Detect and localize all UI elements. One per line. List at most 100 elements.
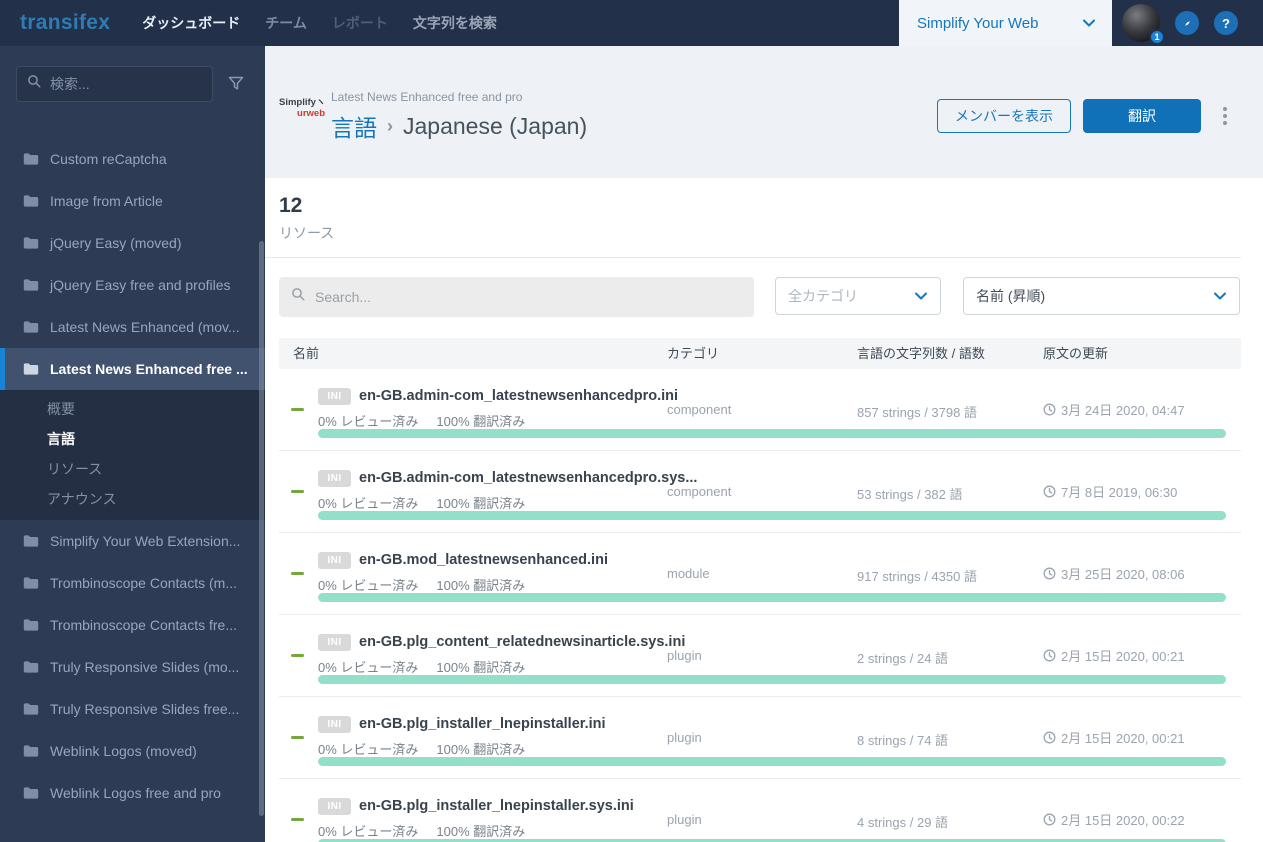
sidebar-search-input[interactable] (50, 76, 202, 92)
sidebar-project-custom-recaptcha[interactable]: Custom reCaptcha (0, 138, 265, 180)
minus-dash-icon (291, 818, 304, 821)
resource-stats: 12 リソース (265, 178, 1241, 258)
sidebar-project-truly-responsive-free[interactable]: Truly Responsive Slides free... (0, 688, 265, 730)
sidebar-project-latest-news-moved[interactable]: Latest News Enhanced (mov... (0, 306, 265, 348)
translation-progress-bar (318, 429, 1226, 438)
minus-dash-icon (291, 572, 304, 575)
minus-dash-icon (291, 736, 304, 739)
breadcrumb-languages-link[interactable]: 言語 (331, 109, 377, 143)
translated-percent: 100% 翻訳済み (436, 660, 526, 675)
submenu-overview[interactable]: 概要 (0, 394, 265, 424)
sidebar-project-jquery-easy-free[interactable]: jQuery Easy free and profiles (0, 264, 265, 306)
category-cell: module (667, 566, 710, 581)
more-options-kebab-icon[interactable] (1223, 107, 1227, 125)
sidebar-project-latest-news-free-active[interactable]: Latest News Enhanced free ... (0, 348, 265, 390)
top-navbar: transifex ダッシュボード チーム レポート 文字列を検索 Simpli… (0, 0, 1263, 46)
review-percent: 0% レビュー済み (318, 824, 419, 839)
sidebar-project-truly-responsive-moved[interactable]: Truly Responsive Slides (mo... (0, 646, 265, 688)
clock-icon (1043, 567, 1056, 580)
organization-selector[interactable]: Simplify Your Web (899, 0, 1112, 46)
category-cell: plugin (667, 812, 702, 827)
sidebar-project-weblink-moved[interactable]: Weblink Logos (moved) (0, 730, 265, 772)
user-avatar[interactable]: 1 (1122, 4, 1165, 45)
table-header-row: 名前 カテゴリ 言語の文字列数 / 語数 原文の更新 (279, 338, 1241, 369)
submenu-languages[interactable]: 言語 (0, 424, 265, 454)
project-logo[interactable]: Simplifyヽ urweb (279, 97, 325, 120)
table-row[interactable]: INI en-GB.mod_latestnewsenhanced.ini 0% … (279, 533, 1241, 615)
resource-name-link[interactable]: en-GB.admin-com_latestnewsenhancedpro.in… (359, 388, 678, 404)
table-row[interactable]: INI en-GB.plg_installer_lnepinstaller.sy… (279, 779, 1241, 842)
transifex-logo[interactable]: transifex (20, 11, 110, 35)
table-row[interactable]: INI en-GB.admin-com_latestnewsenhancedpr… (279, 369, 1241, 451)
category-cell: component (667, 402, 732, 417)
active-project-submenu: 概要 言語 リソース アナウンス (0, 390, 265, 520)
resource-name-link[interactable]: en-GB.admin-com_latestnewsenhancedpro.sy… (359, 470, 697, 486)
minus-dash-icon (291, 408, 304, 411)
resource-count: 12 (279, 194, 303, 217)
folder-icon (23, 321, 39, 333)
chevron-down-icon (1082, 15, 1096, 32)
resource-count-label: リソース (279, 225, 335, 241)
nav-item-reports[interactable]: レポート (332, 13, 388, 33)
review-percent: 0% レビュー済み (318, 742, 419, 757)
folder-icon (23, 661, 39, 673)
resource-name-link[interactable]: en-GB.plg_installer_lnepinstaller.sys.in… (359, 798, 634, 814)
sort-dropdown[interactable]: 名前 (昇順) (963, 277, 1240, 315)
resource-name-link[interactable]: en-GB.plg_content_relatednewsinarticle.s… (359, 634, 685, 650)
translated-percent: 100% 翻訳済み (436, 414, 526, 429)
resource-name-link[interactable]: en-GB.mod_latestnewsenhanced.ini (359, 552, 608, 568)
nav-item-dashboard[interactable]: ダッシュボード (142, 13, 240, 33)
help-icon[interactable]: ? (1214, 11, 1238, 35)
source-updated-cell: 3月 24日 2020, 04:47 (1061, 403, 1185, 418)
ini-format-badge: INI (318, 552, 351, 569)
category-dropdown[interactable]: 全カテゴリ (775, 277, 941, 315)
sidebar-project-trombinoscope-moved[interactable]: Trombinoscope Contacts (m... (0, 562, 265, 604)
project-sidebar: Custom reCaptcha Image from Article jQue… (0, 46, 265, 842)
folder-icon (23, 363, 39, 375)
filter-bar: 全カテゴリ 名前 (昇順) (279, 277, 1241, 317)
sidebar-search-row (16, 66, 251, 102)
ini-format-badge: INI (318, 716, 351, 733)
sidebar-project-syw-extensions[interactable]: Simplify Your Web Extension... (0, 520, 265, 562)
translated-percent: 100% 翻訳済み (436, 578, 526, 593)
sidebar-project-jquery-easy-moved[interactable]: jQuery Easy (moved) (0, 222, 265, 264)
resource-search-input[interactable] (315, 289, 742, 305)
nav-item-search-strings[interactable]: 文字列を検索 (413, 13, 497, 33)
explore-compass-icon[interactable] (1175, 11, 1199, 35)
nav-item-teams[interactable]: チーム (265, 13, 307, 33)
chevron-down-icon (1213, 288, 1227, 304)
category-cell: plugin (667, 648, 702, 663)
resource-name-link[interactable]: en-GB.plg_installer_lnepinstaller.ini (359, 716, 606, 732)
resource-search-box[interactable] (279, 277, 754, 317)
folder-icon (23, 535, 39, 547)
table-row[interactable]: INI en-GB.plg_installer_lnepinstaller.in… (279, 697, 1241, 779)
sidebar-search-box[interactable] (16, 66, 213, 102)
show-members-button[interactable]: メンバーを表示 (937, 99, 1071, 133)
header-actions: メンバーを表示 翻訳 (937, 99, 1227, 133)
review-percent: 0% レビュー済み (318, 578, 419, 593)
category-cell: component (667, 484, 732, 499)
sidebar-project-weblink-free[interactable]: Weblink Logos free and pro (0, 772, 265, 814)
review-percent: 0% レビュー済み (318, 496, 419, 511)
search-icon (27, 74, 42, 94)
translated-percent: 100% 翻訳済み (436, 742, 526, 757)
table-row[interactable]: INI en-GB.plg_content_relatednewsinartic… (279, 615, 1241, 697)
resource-table: 名前 カテゴリ 言語の文字列数 / 語数 原文の更新 INI en-GB.adm… (279, 338, 1241, 842)
translation-progress-bar (318, 511, 1226, 520)
sidebar-scrollbar[interactable] (259, 241, 264, 816)
sidebar-project-image-from-article[interactable]: Image from Article (0, 180, 265, 222)
translated-percent: 100% 翻訳済み (436, 824, 526, 839)
strings-count-cell: 2 strings / 24 語 (857, 651, 949, 666)
ini-format-badge: INI (318, 798, 351, 815)
translate-button[interactable]: 翻訳 (1083, 99, 1201, 133)
submenu-announcements[interactable]: アナウンス (0, 484, 265, 514)
folder-icon (23, 153, 39, 165)
table-row[interactable]: INI en-GB.admin-com_latestnewsenhancedpr… (279, 451, 1241, 533)
minus-dash-icon (291, 490, 304, 493)
filter-funnel-icon[interactable] (221, 75, 251, 93)
source-updated-cell: 2月 15日 2020, 00:21 (1061, 731, 1185, 746)
submenu-resources[interactable]: リソース (0, 454, 265, 484)
strings-count-cell: 53 strings / 382 語 (857, 487, 963, 502)
ini-format-badge: INI (318, 470, 351, 487)
sidebar-project-trombinoscope-free[interactable]: Trombinoscope Contacts fre... (0, 604, 265, 646)
